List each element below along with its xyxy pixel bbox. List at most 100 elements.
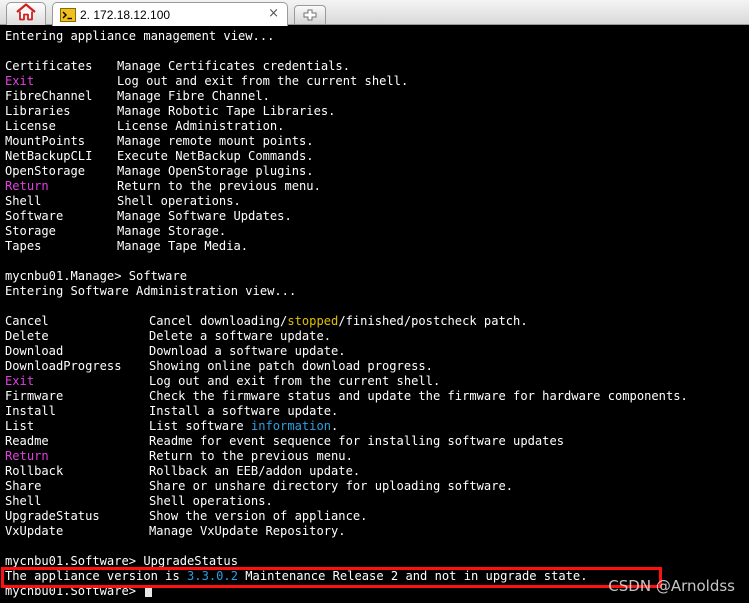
menu-command: Libraries <box>5 104 71 118</box>
prompt-line: mycnbu01.Manage> Software <box>5 269 188 283</box>
menu-description: Manage Robotic Tape Libraries. <box>117 104 336 118</box>
menu-command: UpgradeStatus <box>5 509 100 523</box>
menu-row: Software Manage Software Updates. <box>5 209 292 224</box>
menu-description: Delete a software update. <box>149 329 332 343</box>
version-text: The appliance version is <box>5 569 188 583</box>
menu-command: Exit <box>5 74 35 88</box>
home-tab-button[interactable] <box>6 2 46 25</box>
menu-command: License <box>5 119 56 133</box>
menu-description: Return to the previous menu. <box>149 449 353 463</box>
menu-command: VxUpdate <box>5 524 64 538</box>
menu-row: Exit Log out and exit from the current sh… <box>5 374 440 389</box>
menu-row-cancel: Cancel Cancel downloading/stopped/finishe… <box>5 314 528 329</box>
prompt-text: mycnbu01.Software> <box>5 584 144 598</box>
menu-command: OpenStorage <box>5 164 86 178</box>
menu-row: DownloadProgress Showing online patch dow… <box>5 359 433 374</box>
menu-command: FibreChannel <box>5 89 93 103</box>
menu-command: Download <box>5 344 64 358</box>
menu-row: Return Return to the previous menu. <box>5 449 353 464</box>
menu-row: Storage Manage Storage. <box>5 224 226 239</box>
menu-command: Software <box>5 209 64 223</box>
menu-description: Execute NetBackup Commands. <box>117 149 314 163</box>
menu-description: Readme for event sequence for installing… <box>149 434 565 448</box>
menu-description: Rollback an EEB/addon update. <box>149 464 361 478</box>
menu-description: License Administration. <box>117 119 285 133</box>
menu-description: Manage Certificates credentials. <box>117 59 350 73</box>
menu-row: Shell Shell operations. <box>5 194 241 209</box>
menu-row: Install Install a software update. <box>5 404 338 419</box>
menu-row: Firmware Check the firmware status and up… <box>5 389 688 404</box>
menu-command: Share <box>5 479 42 493</box>
menu-command: Firmware <box>5 389 64 403</box>
menu-command: Delete <box>5 329 49 343</box>
tab-bar: 2. 172.18.12.100 × <box>0 0 749 26</box>
menu-description: Manage Fibre Channel. <box>117 89 270 103</box>
menu-description: Shell operations. <box>117 194 241 208</box>
menu-description: Return to the previous menu. <box>117 179 321 193</box>
menu-description: Log out and exit from the current shell. <box>149 374 441 388</box>
menu-row: Tapes Manage Tape Media. <box>5 239 248 254</box>
menu-command: Storage <box>5 224 56 238</box>
version-number: 3.3.0.2 <box>187 569 238 583</box>
menu-row: Rollback Rollback an EEB/addon update. <box>5 464 360 479</box>
menu-command: Return <box>5 179 49 193</box>
menu-row: NetBackupCLI Execute NetBackup Commands. <box>5 149 314 164</box>
menu-row: VxUpdate Manage VxUpdate Repository. <box>5 524 346 539</box>
menu-command: Shell <box>5 194 42 208</box>
menu-row: Certificates Manage Certificates credenti… <box>5 59 350 74</box>
menu-description: List software <box>149 419 251 433</box>
close-icon[interactable]: × <box>268 6 279 21</box>
menu-command: NetBackupCLI <box>5 149 93 163</box>
menu-command: Shell <box>5 494 42 508</box>
ssh-session-icon <box>60 7 76 23</box>
menu-row: FibreChannel Manage Fibre Channel. <box>5 89 270 104</box>
menu-row: Share Share or unshare directory for uplo… <box>5 479 513 494</box>
menu-description: . <box>331 419 339 433</box>
menu-command: Exit <box>5 374 35 388</box>
menu-command: Install <box>5 404 56 418</box>
menu-description: Showing online patch download progress. <box>149 359 433 373</box>
tab-session[interactable]: 2. 172.18.12.100 × <box>52 2 288 26</box>
version-text: Maintenance Release 2 and not in upgrade… <box>238 569 588 583</box>
menu-description: Show the version of appliance. <box>149 509 368 523</box>
menu-description: Manage Tape Media. <box>117 239 249 253</box>
menu-command: Tapes <box>5 239 42 253</box>
menu-description: Log out and exit from the current shell. <box>117 74 409 88</box>
menu-row: Readme Readme for event sequence for inst… <box>5 434 564 449</box>
terminal-output[interactable]: Entering appliance management view... Ce… <box>0 26 749 603</box>
menu-description: Manage VxUpdate Repository. <box>149 524 346 538</box>
terminal-line: Entering appliance management view... <box>5 29 275 43</box>
information-keyword: information <box>250 419 332 433</box>
menu-row: OpenStorage Manage OpenStorage plugins. <box>5 164 314 179</box>
menu-row: Return Return to the previous menu. <box>5 179 321 194</box>
text-cursor <box>145 585 153 597</box>
menu-command: DownloadProgress <box>5 359 122 373</box>
menu-description: Download a software update. <box>149 344 346 358</box>
home-icon <box>15 3 37 25</box>
menu-row: MountPoints Manage remote mount points. <box>5 134 314 149</box>
new-tab-button[interactable] <box>294 5 326 24</box>
menu-command: Rollback <box>5 464 64 478</box>
stopped-keyword: stopped <box>287 314 339 328</box>
menu-description: Check the firmware status and update the… <box>149 389 688 403</box>
menu-command: Certificates <box>5 59 93 73</box>
menu-description: Shell operations. <box>149 494 273 508</box>
tab-title: 2. 172.18.12.100 <box>80 7 171 22</box>
new-tab-icon <box>303 6 317 25</box>
menu-command: List <box>5 419 35 433</box>
menu-row: Shell Shell operations. <box>5 494 273 509</box>
menu-row: UpgradeStatus Show the version of applian… <box>5 509 367 524</box>
menu-description: Manage OpenStorage plugins. <box>117 164 314 178</box>
menu-description: Manage Software Updates. <box>117 209 292 223</box>
watermark: CSDN @Arnoldss <box>608 577 735 595</box>
menu-command: Return <box>5 449 49 463</box>
menu-description: Manage Storage. <box>117 224 227 238</box>
menu-command: MountPoints <box>5 134 86 148</box>
menu-row: Download Download a software update. <box>5 344 346 359</box>
menu-row: Exit Log out and exit from the current sh… <box>5 74 408 89</box>
terminal-line: Entering Software Administration view... <box>5 284 297 298</box>
menu-row: Libraries Manage Robotic Tape Libraries. <box>5 104 335 119</box>
prompt-line[interactable]: mycnbu01.Software> <box>5 584 153 599</box>
menu-row: License License Administration. <box>5 119 284 134</box>
menu-description: Cancel downloading/ <box>149 314 288 328</box>
